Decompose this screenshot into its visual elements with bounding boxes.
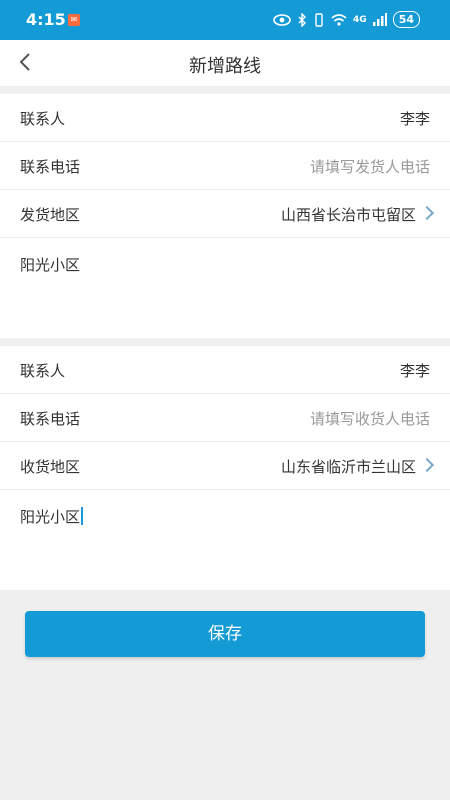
text-cursor: [81, 507, 84, 525]
receiver-phone-label: 联系电话: [20, 410, 81, 428]
receiver-region-select[interactable]: 山东省临沂市兰山区: [280, 456, 435, 477]
status-icons: 4G 54: [273, 11, 420, 28]
sender-section: 联系人 李李 联系电话 请填写发货人电话 发货地区 山西省长治市屯留区 阳光小区: [0, 94, 450, 338]
receiver-region-label: 收货地区: [20, 458, 81, 476]
page-title: 新增路线: [189, 56, 261, 77]
chevron-right-icon: [419, 205, 435, 221]
signal-icon: [372, 13, 387, 26]
sender-region-label: 发货地区: [20, 206, 81, 224]
sender-contact-input[interactable]: 李李: [400, 108, 430, 129]
receiver-address-value: 阳光小区: [20, 508, 81, 526]
sender-contact-label: 联系人: [20, 110, 66, 128]
navigation-bar: 新增路线: [0, 40, 450, 86]
status-bar: 4:15 ✉ 4G 54: [0, 0, 450, 40]
receiver-phone-row[interactable]: 联系电话 请填写收货人电话: [0, 394, 450, 442]
receiver-contact-row[interactable]: 联系人 李李: [0, 346, 450, 394]
sender-phone-label: 联系电话: [20, 158, 81, 176]
sender-contact-row[interactable]: 联系人 李李: [0, 94, 450, 142]
network-type: 4G: [353, 14, 367, 25]
sender-region-row[interactable]: 发货地区 山西省长治市屯留区: [0, 190, 450, 238]
vibrate-icon: [315, 12, 323, 27]
sender-region-value: 山西省长治市屯留区: [280, 206, 416, 224]
receiver-phone-input[interactable]: 请填写收货人电话: [310, 408, 430, 429]
sender-phone-row[interactable]: 联系电话 请填写发货人电话: [0, 142, 450, 190]
receiver-region-value: 山东省临沂市兰山区: [280, 458, 416, 476]
battery-indicator: 54: [392, 11, 420, 28]
app-notification-icon: ✉: [68, 14, 80, 26]
sender-region-select[interactable]: 山西省长治市屯留区: [280, 204, 435, 225]
receiver-contact-input[interactable]: 李李: [400, 360, 430, 381]
sender-address-text[interactable]: 阳光小区: [20, 254, 80, 275]
bluetooth-icon: [298, 12, 307, 27]
receiver-address-text[interactable]: 阳光小区: [20, 506, 84, 527]
sender-address-field[interactable]: 阳光小区: [0, 238, 450, 338]
status-time: 4:15: [26, 10, 66, 29]
receiver-region-row[interactable]: 收货地区 山东省临沂市兰山区: [0, 442, 450, 490]
eye-icon: [273, 13, 291, 26]
sender-phone-input[interactable]: 请填写发货人电话: [310, 156, 430, 177]
chevron-right-icon: [419, 457, 435, 473]
receiver-address-field[interactable]: 阳光小区: [0, 490, 450, 590]
save-button[interactable]: 保存: [25, 611, 425, 657]
receiver-section: 联系人 李李 联系电话 请填写收货人电话 收货地区 山东省临沂市兰山区 阳光小区: [0, 346, 450, 590]
receiver-contact-label: 联系人: [20, 362, 66, 380]
wifi-icon: [331, 14, 347, 26]
